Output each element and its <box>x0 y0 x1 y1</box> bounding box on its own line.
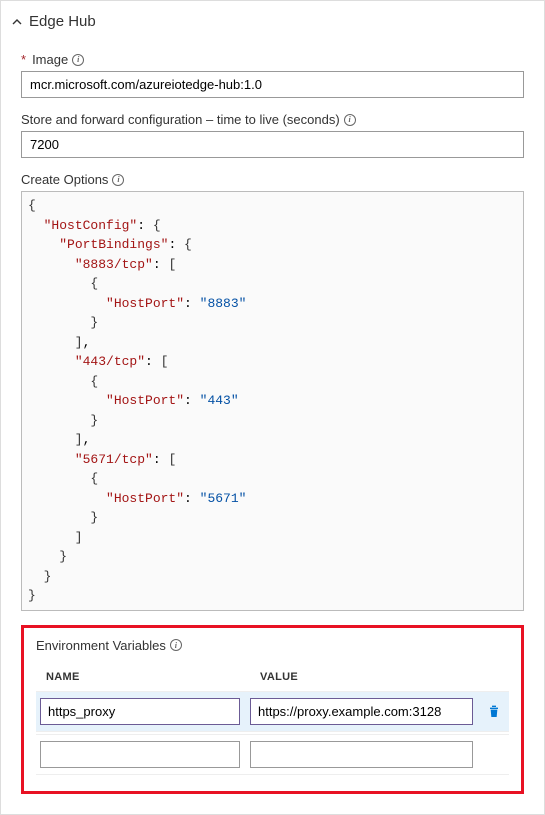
env-vars-label: Environment Variables i <box>36 638 509 653</box>
chevron-up-icon <box>11 16 23 28</box>
ttl-input[interactable] <box>21 131 524 158</box>
section-header[interactable]: Edge Hub <box>11 9 524 42</box>
required-asterisk: * <box>21 52 26 67</box>
env-var-name-input[interactable] <box>40 741 240 768</box>
info-icon[interactable]: i <box>170 639 182 651</box>
image-field-group: * Image i <box>21 52 524 98</box>
ttl-label: Store and forward configuration – time t… <box>21 112 524 127</box>
env-var-row <box>36 734 509 775</box>
env-vars-header: NAME VALUE <box>36 663 509 691</box>
section-title: Edge Hub <box>29 13 96 30</box>
delete-row-button[interactable] <box>483 703 505 719</box>
trash-icon <box>486 703 502 719</box>
ttl-label-text: Store and forward configuration – time t… <box>21 112 340 127</box>
env-vars-label-text: Environment Variables <box>36 638 166 653</box>
env-col-value: VALUE <box>260 671 477 683</box>
ttl-field-group: Store and forward configuration – time t… <box>21 112 524 158</box>
info-icon[interactable]: i <box>344 114 356 126</box>
env-var-name-input[interactable] <box>40 698 240 725</box>
env-var-value-input[interactable] <box>250 741 473 768</box>
create-options-label: Create Options i <box>21 172 524 187</box>
create-options-group: Create Options i { "HostConfig": { "Port… <box>21 172 524 611</box>
info-icon[interactable]: i <box>72 54 84 66</box>
env-col-name: NAME <box>46 671 246 683</box>
image-label-text: Image <box>32 52 68 67</box>
image-input[interactable] <box>21 71 524 98</box>
env-var-row <box>36 691 509 732</box>
info-icon[interactable]: i <box>112 174 124 186</box>
env-vars-section: Environment Variables i NAME VALUE <box>21 625 524 794</box>
env-vars-table: NAME VALUE <box>36 663 509 775</box>
image-label: * Image i <box>21 52 524 67</box>
create-options-label-text: Create Options <box>21 172 108 187</box>
env-var-value-input[interactable] <box>250 698 473 725</box>
create-options-editor[interactable]: { "HostConfig": { "PortBindings": { "888… <box>21 191 524 611</box>
edge-hub-panel: Edge Hub * Image i Store and forward con… <box>0 0 545 815</box>
